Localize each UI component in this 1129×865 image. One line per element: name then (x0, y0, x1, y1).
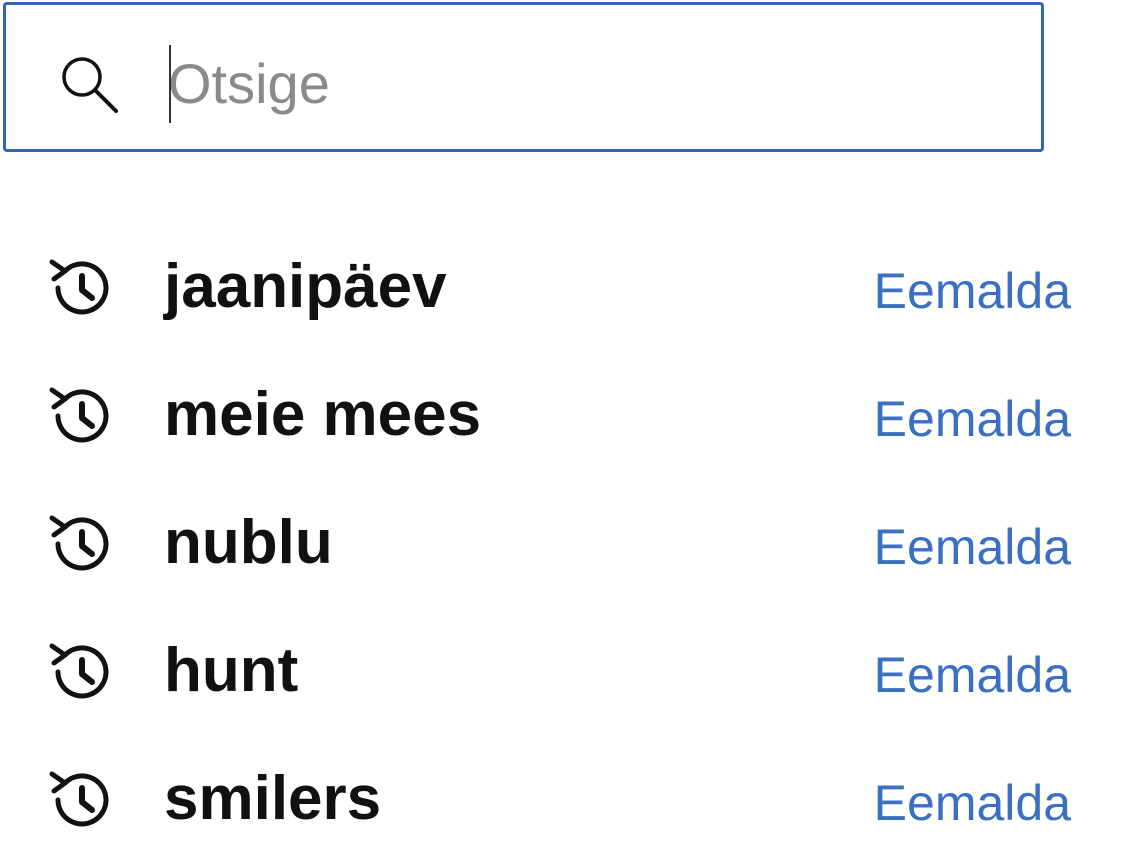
history-item[interactable]: nublu Eemalda (0, 481, 1129, 609)
remove-button[interactable]: Eemalda (874, 511, 1071, 583)
history-item[interactable]: hunt Eemalda (0, 609, 1129, 737)
history-item-text[interactable]: smilers (164, 759, 381, 839)
history-icon (49, 259, 109, 315)
history-icon (49, 771, 109, 827)
remove-button[interactable]: Eemalda (874, 255, 1071, 327)
search-input[interactable] (168, 41, 1008, 125)
history-icon (49, 643, 109, 699)
history-icon (49, 515, 109, 571)
search-history-list: jaanipäev Eemalda meie mees Eemalda nubl… (0, 225, 1129, 865)
history-item[interactable]: smilers Eemalda (0, 737, 1129, 865)
history-item-text[interactable]: jaanipäev (164, 247, 447, 327)
history-item-text[interactable]: hunt (164, 631, 298, 711)
history-item[interactable]: jaanipäev Eemalda (0, 225, 1129, 353)
search-icon (62, 57, 118, 113)
remove-button[interactable]: Eemalda (874, 383, 1071, 455)
history-item-text[interactable]: meie mees (164, 375, 481, 455)
history-item-text[interactable]: nublu (164, 503, 333, 583)
text-caret (169, 45, 171, 123)
search-box[interactable] (3, 2, 1044, 152)
history-item[interactable]: meie mees Eemalda (0, 353, 1129, 481)
remove-button[interactable]: Eemalda (874, 767, 1071, 839)
history-icon (49, 387, 109, 443)
remove-button[interactable]: Eemalda (874, 639, 1071, 711)
